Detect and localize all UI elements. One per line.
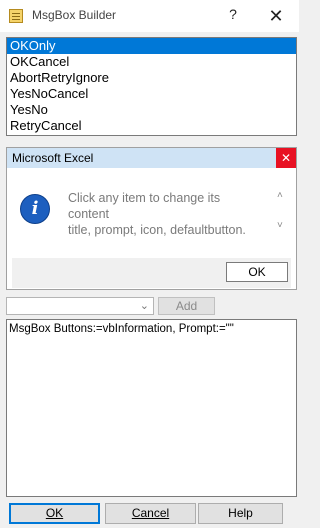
add-button[interactable]: Add (158, 297, 215, 315)
list-item-okonly[interactable]: OKOnly (7, 38, 296, 54)
preview-message-line: title, prompt, icon, defaultbutton. (68, 223, 246, 237)
list-item-okcancel[interactable]: OKCancel (7, 54, 296, 70)
preview-footer: OK (12, 258, 291, 288)
cancel-button[interactable]: Cancel (105, 503, 196, 524)
preview-title-bar: Microsoft Excel ✕ (7, 148, 296, 168)
preview-message[interactable]: Click any item to change its content tit… (68, 190, 273, 238)
ok-button-label: OK (45, 506, 64, 520)
chevron-down-icon[interactable]: ˅ (277, 220, 283, 231)
preview-close-icon: ✕ (276, 148, 296, 168)
list-item-yesnocancel[interactable]: YesNoCancel (7, 86, 296, 102)
preview-message-line: Click any item to change its (68, 191, 221, 205)
code-output[interactable]: MsgBox Buttons:=vbInformation, Prompt:="… (6, 319, 297, 497)
preview-title: Microsoft Excel (12, 151, 94, 165)
list-item-retrycancel[interactable]: RetryCancel (7, 118, 296, 134)
list-item-abortretryignore[interactable]: AbortRetryIgnore (7, 70, 296, 86)
close-window-button[interactable]: ✕ (264, 5, 288, 27)
app-icon (9, 9, 23, 23)
title-bar: MsgBox Builder ? ✕ (0, 0, 299, 32)
chevron-down-icon[interactable]: ⌄ (140, 299, 149, 312)
preview-ok-button[interactable]: OK (226, 262, 288, 282)
chevron-up-icon[interactable]: ˄ (277, 190, 283, 201)
help-button[interactable]: Help (198, 503, 283, 524)
help-title-button[interactable]: ? (223, 6, 243, 26)
option-dropdown[interactable]: ⌄ (6, 297, 154, 315)
information-icon[interactable]: i (20, 194, 50, 224)
buttons-type-list[interactable]: OKOnly OKCancel AbortRetryIgnore YesNoCa… (6, 37, 297, 136)
preview-message-line: content (68, 207, 110, 221)
ok-button[interactable]: OK (9, 503, 100, 524)
cancel-button-label: Cancel (131, 506, 170, 520)
list-item-yesno[interactable]: YesNo (7, 102, 296, 118)
window-title: MsgBox Builder (32, 8, 117, 22)
msgbox-preview: Microsoft Excel ✕ i Click any item to ch… (6, 147, 297, 290)
